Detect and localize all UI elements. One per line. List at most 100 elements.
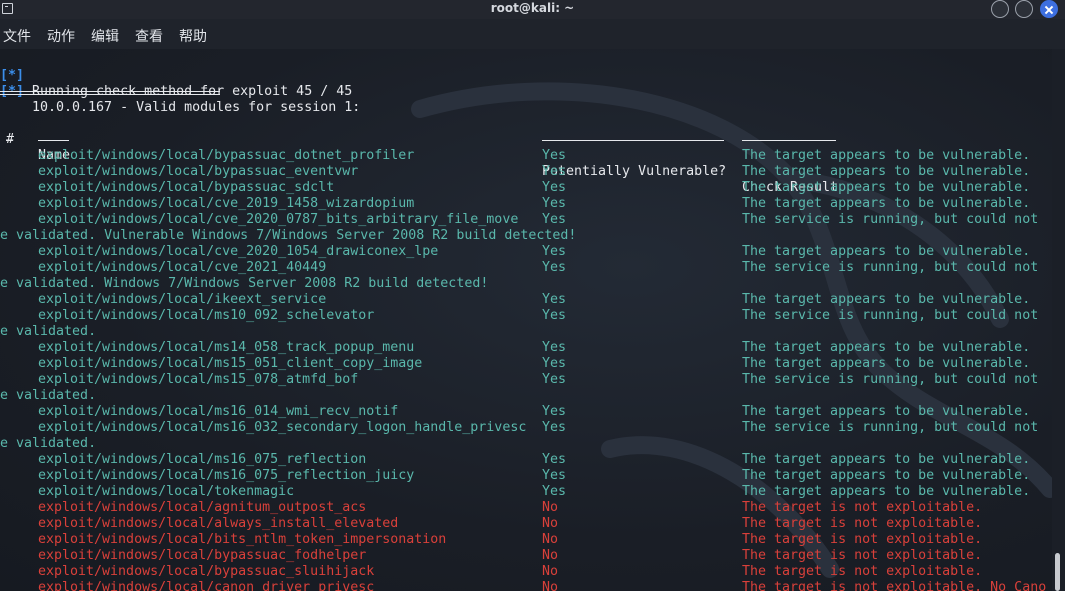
terminal-output[interactable]: [*] Running check method for exploit 45 …: [0, 49, 1052, 591]
check-result: The target is not exploitable.: [742, 516, 983, 531]
maximize-button[interactable]: [1015, 0, 1033, 18]
scrollbar[interactable]: [1052, 49, 1065, 591]
module-name: exploit/windows/local/bypassuac_fodhelpe…: [38, 548, 367, 563]
vulnerable-flag: Yes: [542, 148, 567, 163]
vulnerable-flag: Yes: [542, 420, 567, 435]
minimize-button[interactable]: [991, 0, 1009, 18]
module-name: exploit/windows/local/ms15_051_client_co…: [38, 356, 423, 371]
vulnerable-flag: Yes: [542, 212, 567, 227]
vulnerable-flag: No: [542, 580, 559, 591]
check-result: The target appears to be vulnerable.: [742, 340, 1031, 355]
header-underline: [6, 140, 13, 141]
module-name: exploit/windows/local/ikeext_service: [38, 292, 327, 307]
status-text: Running check method for exploit 45 / 45: [32, 84, 353, 99]
vulnerable-flag: Yes: [542, 244, 567, 259]
module-name: exploit/windows/local/ms14_058_track_pop…: [38, 340, 415, 355]
menu-file[interactable]: 文件: [3, 26, 31, 46]
module-name: exploit/windows/local/cve_2020_0787_bits…: [38, 212, 519, 227]
check-result: The target appears to be vulnerable.: [742, 356, 1031, 371]
check-result: The target is not exploitable. No Cano: [742, 580, 1047, 591]
header-underline: [38, 140, 69, 141]
module-name: exploit/windows/local/canon_driver_prive…: [38, 580, 375, 591]
module-name: exploit/windows/local/ms15_078_atmfd_bof: [38, 372, 359, 387]
check-result: The target appears to be vulnerable.: [742, 292, 1031, 307]
title-underline: [0, 94, 220, 95]
menu-help[interactable]: 帮助: [179, 26, 207, 46]
module-name: exploit/windows/local/bits_ntlm_token_im…: [38, 532, 447, 547]
check-result: The target is not exploitable.: [742, 500, 983, 515]
module-name: exploit/windows/local/ms16_075_reflectio…: [38, 452, 367, 467]
vulnerable-flag: Yes: [542, 164, 567, 179]
check-result: The target appears to be vulnerable.: [742, 164, 1031, 179]
scrollbar-thumb[interactable]: [1055, 553, 1060, 591]
vulnerable-flag: No: [542, 564, 559, 579]
vulnerable-flag: Yes: [542, 180, 567, 195]
module-name: exploit/windows/local/bypassuac_dotnet_p…: [38, 148, 415, 163]
check-result: The target appears to be vulnerable.: [742, 244, 1031, 259]
wrapped-text: be validated. Vulnerable Windows 7/Windo…: [0, 228, 577, 243]
module-name: exploit/windows/local/ms16_014_wmi_recv_…: [38, 404, 399, 419]
vulnerable-flag: No: [542, 500, 559, 515]
vulnerable-flag: Yes: [542, 196, 567, 211]
vulnerable-flag: Yes: [542, 468, 567, 483]
check-result: The target appears to be vulnerable.: [742, 148, 1031, 163]
menu-actions[interactable]: 动作: [47, 26, 75, 46]
check-result: The target appears to be vulnerable.: [742, 452, 1031, 467]
close-button[interactable]: [1040, 0, 1058, 18]
vulnerable-flag: Yes: [542, 308, 567, 323]
wrapped-text: be validated.: [0, 388, 97, 403]
check-result: The service is running, but could not: [742, 308, 1039, 323]
vulnerable-flag: Yes: [542, 484, 567, 499]
vulnerable-flag: Yes: [542, 452, 567, 467]
check-result: The service is running, but could not: [742, 372, 1039, 387]
vulnerable-flag: Yes: [542, 404, 567, 419]
check-result: The service is running, but could not: [742, 260, 1039, 275]
header-underline: [542, 140, 724, 141]
check-result: The target appears to be vulnerable.: [742, 180, 1031, 195]
check-result: The service is running, but could not: [742, 212, 1039, 227]
vulnerable-flag: Yes: [542, 260, 567, 275]
module-name: exploit/windows/local/cve_2019_1458_wiza…: [38, 196, 415, 211]
wrapped-text: be validated.: [0, 324, 97, 339]
status-line-1: [*] Running check method for exploit 45 …: [0, 52, 352, 99]
check-result: The target appears to be vulnerable.: [742, 468, 1031, 483]
status-line-2: [*] 10.0.0.167 - Valid modules for sessi…: [0, 68, 360, 115]
module-name: exploit/windows/local/ms10_092_schelevat…: [38, 308, 375, 323]
title-underline: [0, 91, 220, 92]
vulnerable-flag: Yes: [542, 356, 567, 371]
module-name: exploit/windows/local/bypassuac_sdclt: [38, 180, 335, 195]
check-result: The target is not exploitable.: [742, 548, 983, 563]
check-result: The target appears to be vulnerable.: [742, 404, 1031, 419]
vulnerable-flag: No: [542, 548, 559, 563]
vulnerable-flag: Yes: [542, 340, 567, 355]
check-result: The target is not exploitable.: [742, 532, 983, 547]
window-title: root@kali: ~: [490, 1, 575, 15]
module-name: exploit/windows/local/bypassuac_sluihija…: [38, 564, 375, 579]
menu-edit[interactable]: 编辑: [91, 26, 119, 46]
table-header: # Name Potentially Vulnerable? Check Res…: [0, 116, 838, 195]
module-name: exploit/windows/local/tokenmagic: [38, 484, 295, 499]
check-result: The target appears to be vulnerable.: [742, 196, 1031, 211]
module-name: exploit/windows/local/bypassuac_eventvwr: [38, 164, 359, 179]
module-name: exploit/windows/local/ms16_075_reflectio…: [38, 468, 415, 483]
status-prefix: [*]: [0, 84, 24, 100]
wrapped-text: be validated. Windows 7/Windows Server 2…: [0, 276, 489, 291]
vulnerable-flag: No: [542, 532, 559, 547]
menu-view[interactable]: 查看: [135, 26, 163, 46]
module-name: exploit/windows/local/always_install_ele…: [38, 516, 399, 531]
module-name: exploit/windows/local/ms16_032_secondary…: [38, 420, 527, 435]
status-text: 10.0.0.167 - Valid modules for session 1…: [24, 100, 361, 115]
title-bar: root@kali: ~: [0, 0, 1065, 19]
vulnerable-flag: Yes: [542, 372, 567, 387]
module-name: exploit/windows/local/cve_2021_40449: [38, 260, 327, 275]
header-vulnerable: Potentially Vulnerable?: [542, 164, 727, 179]
vulnerable-flag: Yes: [542, 292, 567, 307]
check-result: The target is not exploitable.: [742, 564, 983, 579]
vulnerable-flag: No: [542, 516, 559, 531]
module-name: exploit/windows/local/agnitum_outpost_ac…: [38, 500, 367, 515]
check-result: The target appears to be vulnerable.: [742, 484, 1031, 499]
module-name: exploit/windows/local/cve_2020_1054_draw…: [38, 244, 439, 259]
menu-bar: 文件 动作 编辑 查看 帮助: [0, 19, 1065, 49]
header-underline: [742, 140, 836, 141]
check-result: The service is running, but could not: [742, 420, 1039, 435]
